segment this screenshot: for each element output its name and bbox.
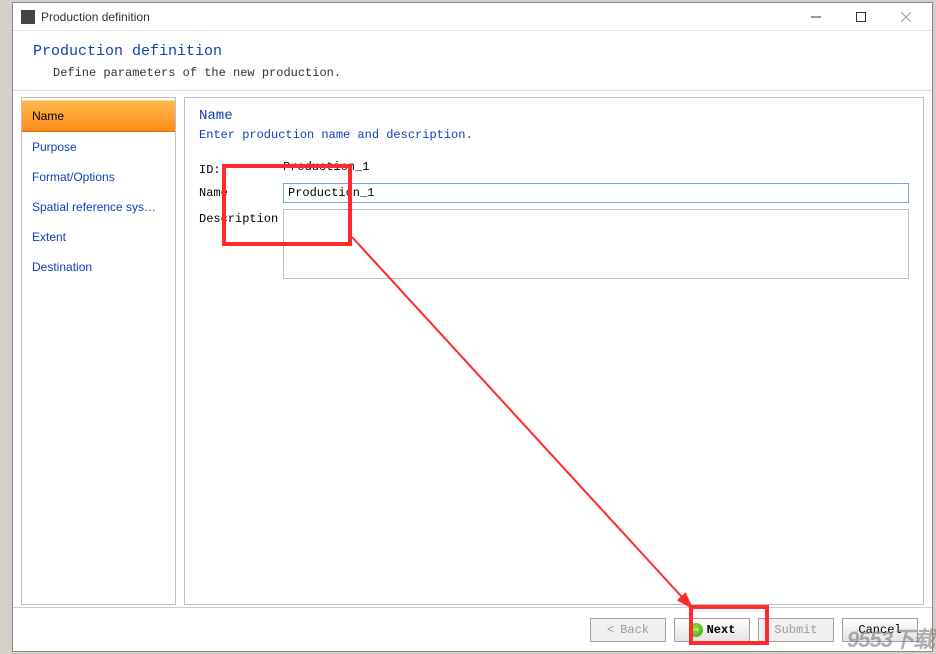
name-input[interactable] <box>283 183 909 203</box>
sidebar-item-label: Format/Options <box>32 170 115 184</box>
description-label: Description <box>199 209 283 226</box>
page-subtitle: Define parameters of the new production. <box>53 66 912 80</box>
sidebar-item-format[interactable]: Format/Options <box>22 162 175 192</box>
page-title: Production definition <box>33 43 912 60</box>
step-sidebar: Name Purpose Format/Options Spatial refe… <box>21 97 176 605</box>
sidebar-item-label: Name <box>32 109 64 123</box>
submit-button-label: Submit <box>774 623 817 637</box>
sidebar-item-label: Spatial reference sys… <box>32 200 156 214</box>
minimize-icon <box>811 12 821 22</box>
arrow-right-circle-icon: → <box>689 623 703 637</box>
watermark: 9553下载 <box>847 622 934 654</box>
description-row: Description <box>199 209 909 279</box>
submit-button: Submit <box>758 618 834 642</box>
chevron-left-icon <box>607 623 616 637</box>
wizard-footer: Back → Next Submit Cancel <box>13 607 932 651</box>
close-button[interactable] <box>883 5 928 29</box>
minimize-button[interactable] <box>793 5 838 29</box>
description-input[interactable] <box>283 209 909 279</box>
next-button[interactable]: → Next <box>674 618 750 642</box>
sidebar-item-label: Destination <box>32 260 92 274</box>
sidebar-item-label: Extent <box>32 230 66 244</box>
sidebar-item-extent[interactable]: Extent <box>22 222 175 252</box>
back-button-label: Back <box>620 623 649 637</box>
window-title: Production definition <box>41 10 793 24</box>
maximize-icon <box>856 12 866 22</box>
id-row: ID: Production_1 <box>199 160 909 177</box>
id-label: ID: <box>199 160 283 177</box>
name-label: Name <box>199 183 283 200</box>
main-panel: Name Enter production name and descripti… <box>184 97 924 605</box>
name-row: Name <box>199 183 909 203</box>
sidebar-item-label: Purpose <box>32 140 77 154</box>
sidebar-item-srs[interactable]: Spatial reference sys… <box>22 192 175 222</box>
id-value: Production_1 <box>283 160 369 174</box>
close-icon <box>901 12 911 22</box>
section-subtitle: Enter production name and description. <box>199 128 909 142</box>
sidebar-item-destination[interactable]: Destination <box>22 252 175 282</box>
maximize-button[interactable] <box>838 5 883 29</box>
section-title: Name <box>199 108 909 124</box>
wizard-body: Name Purpose Format/Options Spatial refe… <box>13 91 932 607</box>
next-button-label: Next <box>707 623 736 637</box>
sidebar-item-purpose[interactable]: Purpose <box>22 132 175 162</box>
titlebar[interactable]: Production definition <box>13 3 932 31</box>
app-icon <box>21 10 35 24</box>
back-button: Back <box>590 618 666 642</box>
sidebar-item-name[interactable]: Name <box>22 100 175 132</box>
dialog-window: Production definition Production definit… <box>12 2 933 652</box>
wizard-header: Production definition Define parameters … <box>13 31 932 91</box>
